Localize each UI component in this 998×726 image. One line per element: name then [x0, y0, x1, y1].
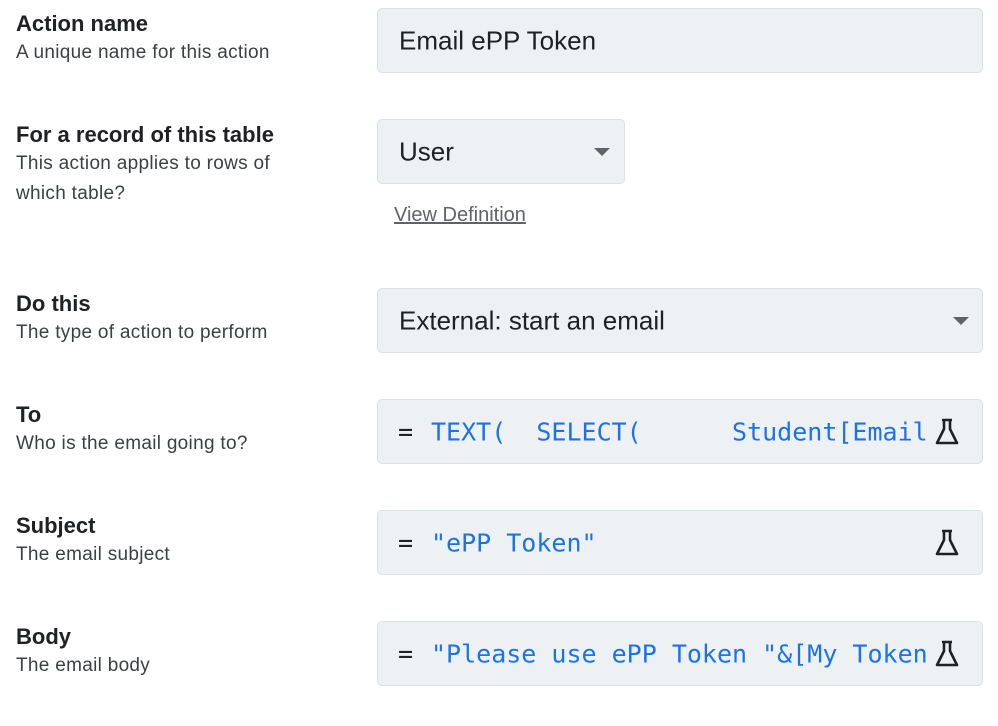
flask-icon[interactable]: [934, 640, 960, 668]
body-desc: The email body: [16, 655, 151, 676]
body-title: Body: [16, 624, 71, 649]
subject-title: Subject: [16, 513, 96, 538]
to-formula-field[interactable]: = TEXT( SELECT( Student[Email]: [377, 399, 983, 464]
action-type-select[interactable]: External: start an email: [377, 288, 983, 353]
table-select[interactable]: User: [377, 119, 625, 184]
chevron-down-icon: [953, 316, 969, 325]
table-desc-line2: which table?: [16, 183, 126, 204]
chevron-down-icon: [594, 147, 610, 156]
to-section: To Who is the email going to?: [16, 401, 248, 459]
subject-formula-code: "ePP Token": [431, 528, 597, 557]
action-name-title: Action name: [16, 11, 149, 36]
action-type-value: External: start an email: [399, 305, 665, 335]
flask-icon[interactable]: [934, 529, 960, 557]
action-name-desc: A unique name for this action: [16, 42, 270, 63]
flask-icon[interactable]: [934, 418, 960, 446]
subject-formula-field[interactable]: = "ePP Token": [377, 510, 983, 575]
do-this-desc: The type of action to perform: [16, 322, 268, 343]
view-definition-link[interactable]: View Definition: [394, 204, 526, 227]
body-equals: =: [398, 639, 414, 668]
table-select-value: User: [399, 136, 454, 166]
table-title: For a record of this table: [16, 122, 274, 147]
to-desc: Who is the email going to?: [16, 433, 248, 454]
do-this-section: Do this The type of action to perform: [16, 290, 268, 348]
subject-desc: The email subject: [16, 544, 171, 565]
table-desc-line1: This action applies to rows of: [16, 153, 271, 174]
body-formula-code: "Please use ePP Token "&[My Token]: [431, 639, 926, 668]
subject-section: Subject The email subject: [16, 512, 170, 570]
body-section: Body The email body: [16, 623, 150, 681]
action-name-value: Email ePP Token: [399, 25, 597, 55]
action-name-section: Action name A unique name for this actio…: [16, 10, 270, 68]
body-formula-field[interactable]: = "Please use ePP Token "&[My Token]: [377, 621, 983, 686]
to-formula-code: TEXT( SELECT( Student[Email]: [431, 417, 926, 446]
to-equals: =: [398, 417, 414, 446]
action-name-input[interactable]: Email ePP Token: [377, 8, 983, 73]
do-this-title: Do this: [16, 291, 91, 316]
to-title: To: [16, 402, 42, 427]
table-section: For a record of this table This action a…: [16, 121, 274, 209]
subject-equals: =: [398, 528, 414, 557]
